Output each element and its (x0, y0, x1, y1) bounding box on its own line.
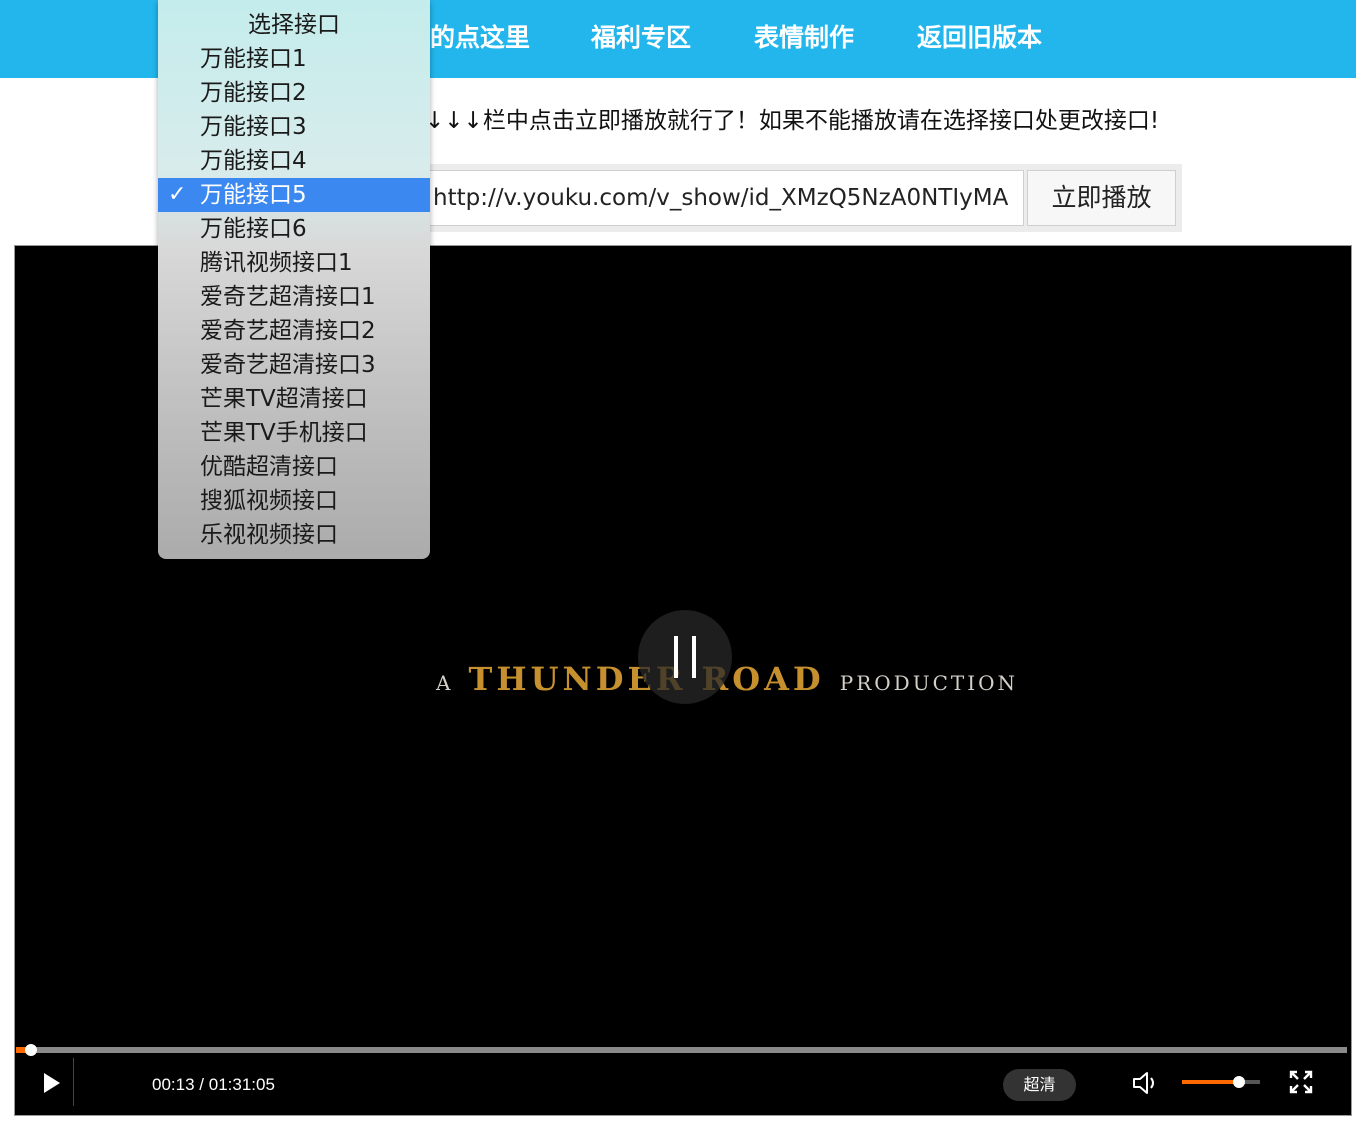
dropdown-option-label: 万能接口5 (200, 182, 307, 208)
title-card-suffix: PRODUCTION (839, 671, 1019, 695)
dropdown-option-label: 万能接口3 (200, 114, 307, 140)
volume-slider[interactable] (1182, 1076, 1260, 1088)
dropdown-option-label: 搜狐视频接口 (200, 488, 338, 514)
dropdown-option[interactable]: 万能接口3 (158, 110, 430, 144)
dropdown-option[interactable]: 乐视视频接口 (158, 518, 430, 552)
nav-item-click-here[interactable]: 的点这里 (430, 22, 530, 54)
dropdown-option[interactable]: 万能接口1 (158, 42, 430, 76)
dropdown-option[interactable]: 万能接口2 (158, 76, 430, 110)
dropdown-option-label: 芒果TV手机接口 (200, 420, 368, 446)
play-now-button[interactable]: 立即播放 (1027, 170, 1176, 226)
volume-knob[interactable] (1232, 1076, 1245, 1088)
nav-item-welfare[interactable]: 福利专区 (591, 22, 691, 54)
dropdown-option-label: 优酷超清接口 (200, 454, 338, 480)
quality-button[interactable]: 超清 (1003, 1069, 1076, 1101)
dropdown-option[interactable]: ✓ 万能接口5 (158, 178, 430, 212)
play-button[interactable] (36, 1068, 66, 1098)
progress-bar[interactable] (16, 1044, 1347, 1056)
interface-select-dropdown[interactable]: 选择接口 万能接口1 万能接口2 万能接口3 万能接口4 ✓ 万能接口5 万能接口6 腾讯视频… (158, 0, 430, 559)
dropdown-option-label: 爱奇艺超清接口2 (200, 318, 376, 344)
dropdown-option[interactable]: 爱奇艺超清接口2 (158, 314, 430, 348)
dropdown-option[interactable]: 芒果TV超清接口 (158, 382, 430, 416)
checkmark-icon: ✓ (168, 182, 187, 207)
play-icon (44, 1073, 60, 1093)
page: 的点这里 福利专区 表情制作 返回旧版本 ↓↓↓栏中点击立即播放就行了！如果不能… (0, 0, 1356, 1130)
dropdown-option-label: 万能接口4 (200, 148, 307, 174)
duration: 01:31:05 (208, 1075, 275, 1094)
dropdown-option[interactable]: 优酷超清接口 (158, 450, 430, 484)
dropdown-option[interactable]: 爱奇艺超清接口3 (158, 348, 430, 382)
time-display: 00:13 / 01:31:05 (152, 1073, 275, 1097)
title-card-prefix: A (436, 671, 454, 695)
dropdown-option-label: 万能接口1 (200, 46, 307, 72)
center-pause-button[interactable] (638, 610, 732, 704)
dropdown-option[interactable]: 万能接口6 (158, 212, 430, 246)
nav-item-emoji-maker[interactable]: 表情制作 (754, 22, 854, 54)
dropdown-option-label: 爱奇艺超清接口1 (200, 284, 376, 310)
dropdown-option[interactable]: 芒果TV手机接口 (158, 416, 430, 450)
nav-item-old-version[interactable]: 返回旧版本 (917, 22, 1042, 54)
dropdown-option-label: 芒果TV超清接口 (200, 386, 368, 412)
progress-knob[interactable] (24, 1044, 37, 1056)
instruction-text: ↓↓↓栏中点击立即播放就行了！如果不能播放请在选择接口处更改接口! (425, 108, 1160, 134)
speaker-icon (1133, 1072, 1154, 1094)
time-separator: / (199, 1075, 205, 1094)
controls-divider (73, 1058, 74, 1106)
dropdown-option[interactable]: 万能接口4 (158, 144, 430, 178)
dropdown-option-label: 爱奇艺超清接口3 (200, 352, 376, 378)
pause-icon-bar (692, 636, 696, 678)
dropdown-option[interactable]: 腾讯视频接口1 (158, 246, 430, 280)
url-input[interactable] (426, 170, 1024, 226)
fullscreen-button[interactable] (1289, 1070, 1313, 1094)
dropdown-option-label: 乐视视频接口 (200, 522, 338, 548)
dropdown-header: 选择接口 (248, 12, 340, 38)
pause-icon (674, 636, 678, 678)
dropdown-option-label: 万能接口2 (200, 80, 307, 106)
dropdown-option-label: 腾讯视频接口1 (200, 250, 353, 276)
dropdown-option[interactable]: 爱奇艺超清接口1 (158, 280, 430, 314)
volume-fill (1182, 1080, 1239, 1084)
current-time: 00:13 (152, 1075, 195, 1094)
volume-button[interactable] (1131, 1070, 1161, 1096)
dropdown-option[interactable]: 搜狐视频接口 (158, 484, 430, 518)
fullscreen-icon (1289, 1070, 1313, 1094)
dropdown-option-label: 万能接口6 (200, 216, 307, 242)
